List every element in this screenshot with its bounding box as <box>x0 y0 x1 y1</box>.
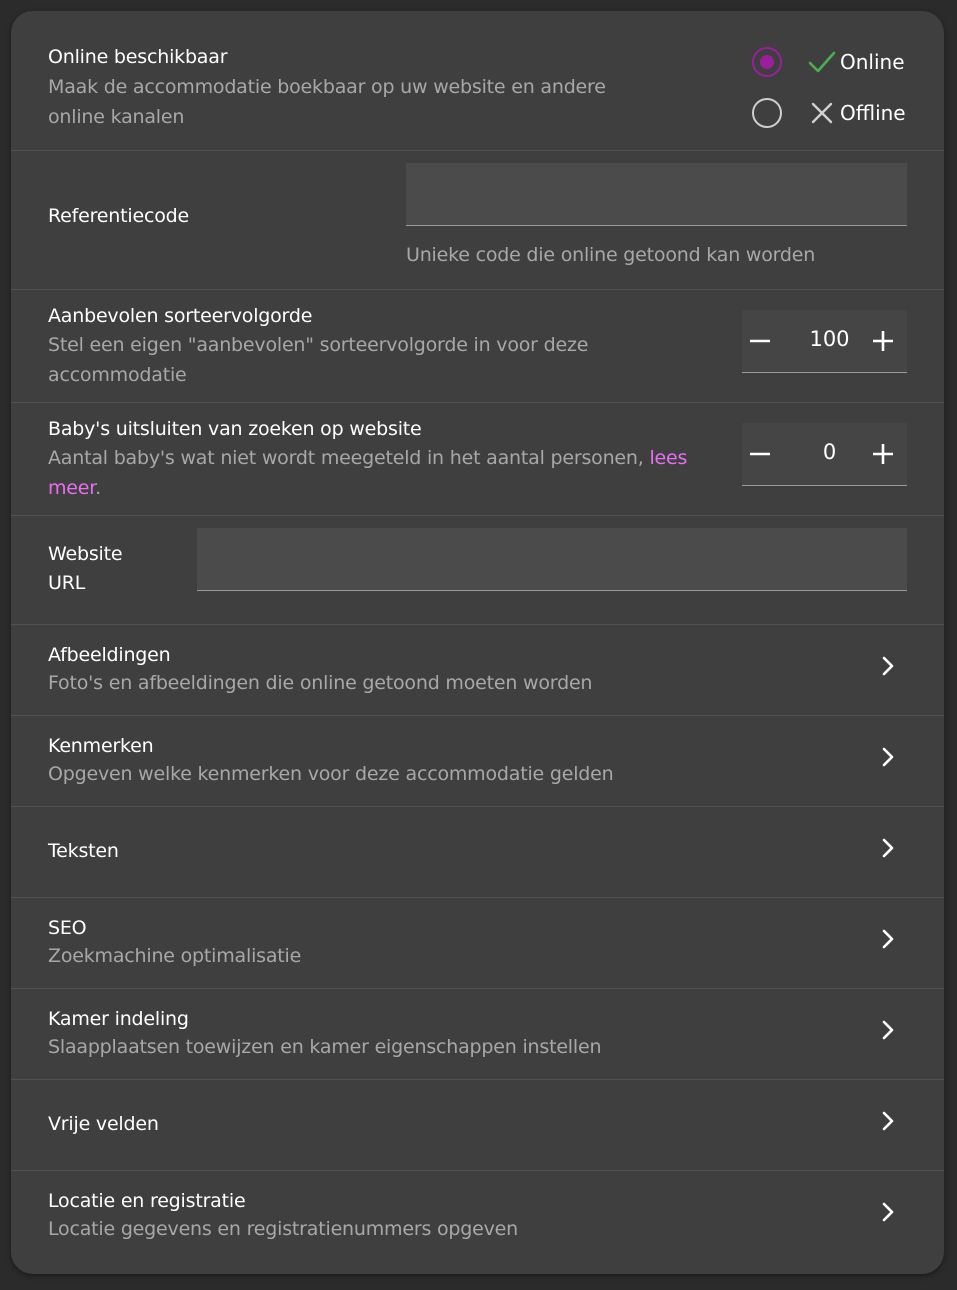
availability-row: Online beschikbaar Maak de accommodatie … <box>11 11 944 151</box>
website-label-line2: URL <box>48 572 86 594</box>
minus-icon[interactable] <box>743 324 777 358</box>
reference-hint: Unieke code die online getoond kan worde… <box>406 244 816 266</box>
offline-radio[interactable] <box>752 98 782 128</box>
reference-row: Referentiecode Unieke code die online ge… <box>11 151 944 290</box>
nav-item-title: Afbeeldingen <box>48 644 171 666</box>
nav-item-subtitle: Opgeven welke kenmerken voor deze accomm… <box>48 763 614 785</box>
sort-order-description-line1: Stel een eigen "aanbevolen" sorteervolgo… <box>48 334 589 356</box>
babies-description-suffix: . <box>95 476 101 499</box>
nav-item-title: Locatie en registratie <box>48 1190 246 1212</box>
minus-icon[interactable] <box>743 437 777 471</box>
online-radio[interactable] <box>752 47 782 77</box>
nav-item-title: Kenmerken <box>48 735 154 757</box>
nav-item-title: Kamer indeling <box>48 1008 189 1030</box>
nav-item-locatie-en-registratie[interactable]: Locatie en registratie Locatie gegevens … <box>11 1171 944 1274</box>
sort-order-description-line2: accommodatie <box>48 363 187 386</box>
sort-order-title: Aanbevolen sorteervolgorde <box>48 305 313 327</box>
sort-order-stepper[interactable]: 100 <box>742 310 907 373</box>
website-row: Website URL <box>11 516 944 625</box>
nav-item-title: Teksten <box>48 840 119 862</box>
chevron-right-icon <box>882 1202 894 1222</box>
website-label-line1: Website <box>48 543 123 565</box>
nav-item-afbeeldingen[interactable]: Afbeeldingen Foto's en afbeeldingen die … <box>11 625 944 716</box>
babies-description: Aantal baby's wat niet wordt meegeteld i… <box>48 444 708 503</box>
chevron-right-icon <box>882 1111 894 1131</box>
check-icon <box>808 51 836 73</box>
nav-item-subtitle: Foto's en afbeeldingen die online getoon… <box>48 672 593 694</box>
website-label: Website URL <box>48 540 123 598</box>
babies-description-text: Aantal baby's wat niet wordt meegeteld i… <box>48 447 644 469</box>
plus-icon[interactable] <box>866 324 900 358</box>
availability-description: Maak de accommodatie boekbaar op uw webs… <box>48 73 606 132</box>
nav-item-kenmerken[interactable]: Kenmerken Opgeven welke kenmerken voor d… <box>11 716 944 807</box>
nav-item-title: SEO <box>48 917 87 939</box>
read-more-link[interactable]: lees <box>649 447 687 469</box>
chevron-right-icon <box>882 838 894 858</box>
sort-order-value[interactable]: 100 <box>782 327 877 351</box>
chevron-right-icon <box>882 929 894 949</box>
nav-item-vrije-velden[interactable]: Vrije velden <box>11 1080 944 1171</box>
nav-item-subtitle: Slaapplaatsen toewijzen en kamer eigensc… <box>48 1036 602 1058</box>
x-icon <box>811 102 833 124</box>
read-more-link-continued[interactable]: meer <box>48 477 95 499</box>
chevron-right-icon <box>882 747 894 767</box>
nav-item-kamer-indeling[interactable]: Kamer indeling Slaapplaatsen toewijzen e… <box>11 989 944 1080</box>
nav-item-title: Vrije velden <box>48 1113 159 1135</box>
chevron-right-icon <box>882 1020 894 1040</box>
babies-stepper[interactable]: 0 <box>742 423 907 486</box>
nav-item-subtitle: Zoekmachine optimalisatie <box>48 945 302 967</box>
online-label[interactable]: Online <box>840 50 905 74</box>
reference-input[interactable] <box>406 163 907 226</box>
sort-order-row: Aanbevolen sorteervolgorde Stel een eige… <box>11 290 944 403</box>
nav-item-seo[interactable]: SEO Zoekmachine optimalisatie <box>11 898 944 989</box>
website-url-input[interactable] <box>197 528 907 591</box>
availability-description-line1: Maak de accommodatie boekbaar op uw webs… <box>48 76 606 98</box>
chevron-right-icon <box>882 656 894 676</box>
settings-panel: Online beschikbaar Maak de accommodatie … <box>11 11 944 1274</box>
availability-description-line2: online kanalen <box>48 105 185 128</box>
reference-label: Referentiecode <box>48 205 189 227</box>
availability-title: Online beschikbaar <box>48 46 228 68</box>
nav-item-teksten[interactable]: Teksten <box>11 807 944 898</box>
sort-order-description: Stel een eigen "aanbevolen" sorteervolgo… <box>48 331 588 390</box>
babies-value[interactable]: 0 <box>782 440 877 464</box>
offline-label[interactable]: Offline <box>840 101 906 125</box>
babies-row: Baby's uitsluiten van zoeken op website … <box>11 403 944 516</box>
babies-title: Baby's uitsluiten van zoeken op website <box>48 418 422 440</box>
plus-icon[interactable] <box>866 437 900 471</box>
nav-item-subtitle: Locatie gegevens en registratienummers o… <box>48 1218 519 1240</box>
